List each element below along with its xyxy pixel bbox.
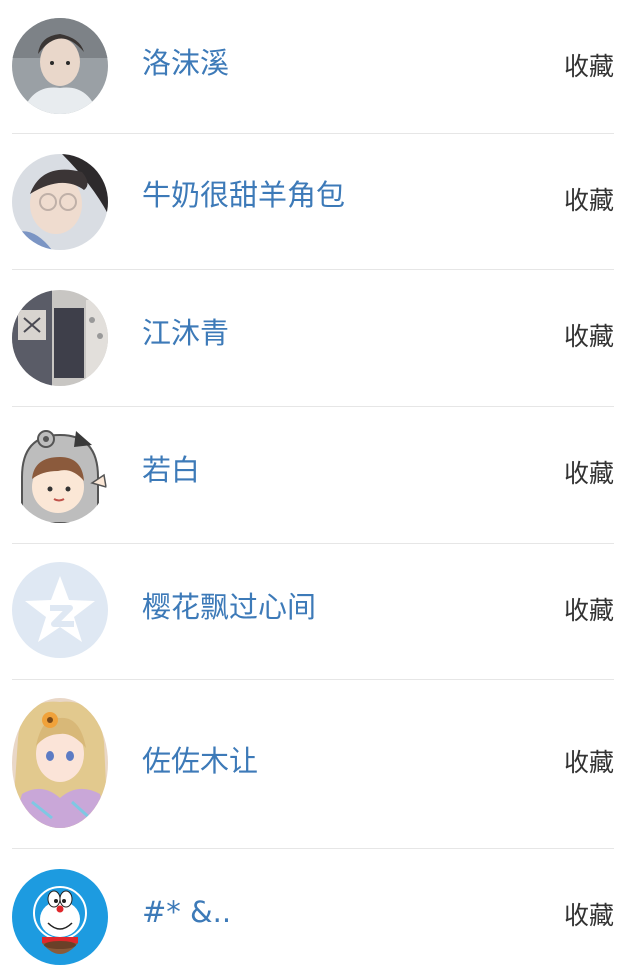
user-name[interactable]: 江沐青: [142, 316, 229, 350]
list-item[interactable]: 牛奶很甜羊角包 收藏: [12, 134, 614, 270]
photo-avatar-glasses-icon: [12, 154, 108, 250]
user-name[interactable]: 若白: [142, 453, 200, 487]
favorite-button[interactable]: 收藏: [564, 901, 614, 931]
avatar[interactable]: [12, 18, 108, 114]
user-name[interactable]: 洛沫溪: [142, 46, 229, 80]
user-name[interactable]: 樱花飘过心间: [142, 590, 316, 624]
list-item[interactable]: 若白 收藏: [12, 407, 614, 544]
user-name[interactable]: 佐佐木让: [142, 744, 258, 778]
avatar[interactable]: [12, 427, 108, 523]
user-name[interactable]: #* &..: [142, 895, 231, 929]
favorite-button[interactable]: 收藏: [564, 322, 614, 352]
user-name[interactable]: 牛奶很甜羊角包: [142, 178, 345, 212]
photo-avatar-room-icon: [12, 290, 108, 386]
photo-avatar-icon: [12, 18, 108, 114]
qzone-star-default-avatar-icon: [12, 562, 108, 658]
anime-girl-avatar-icon: [12, 698, 108, 828]
avatar[interactable]: [12, 562, 108, 658]
favorite-button[interactable]: 收藏: [564, 52, 614, 82]
favorite-button[interactable]: 收藏: [564, 748, 614, 778]
favorite-button[interactable]: 收藏: [564, 186, 614, 216]
cartoon-boy-avatar-icon: [12, 427, 108, 523]
list-item[interactable]: 洛沫溪 收藏: [12, 0, 614, 134]
list-item[interactable]: #* &.. 收藏: [12, 849, 614, 979]
favorite-button[interactable]: 收藏: [564, 459, 614, 489]
favorite-button[interactable]: 收藏: [564, 596, 614, 626]
doraemon-avatar-icon: [12, 869, 108, 965]
list-item[interactable]: 樱花飘过心间 收藏: [12, 544, 614, 680]
avatar[interactable]: [12, 869, 108, 965]
avatar[interactable]: [12, 698, 108, 828]
avatar[interactable]: [12, 290, 108, 386]
list-item[interactable]: 佐佐木让 收藏: [12, 680, 614, 849]
list-item[interactable]: 江沐青 收藏: [12, 270, 614, 407]
avatar[interactable]: [12, 154, 108, 250]
